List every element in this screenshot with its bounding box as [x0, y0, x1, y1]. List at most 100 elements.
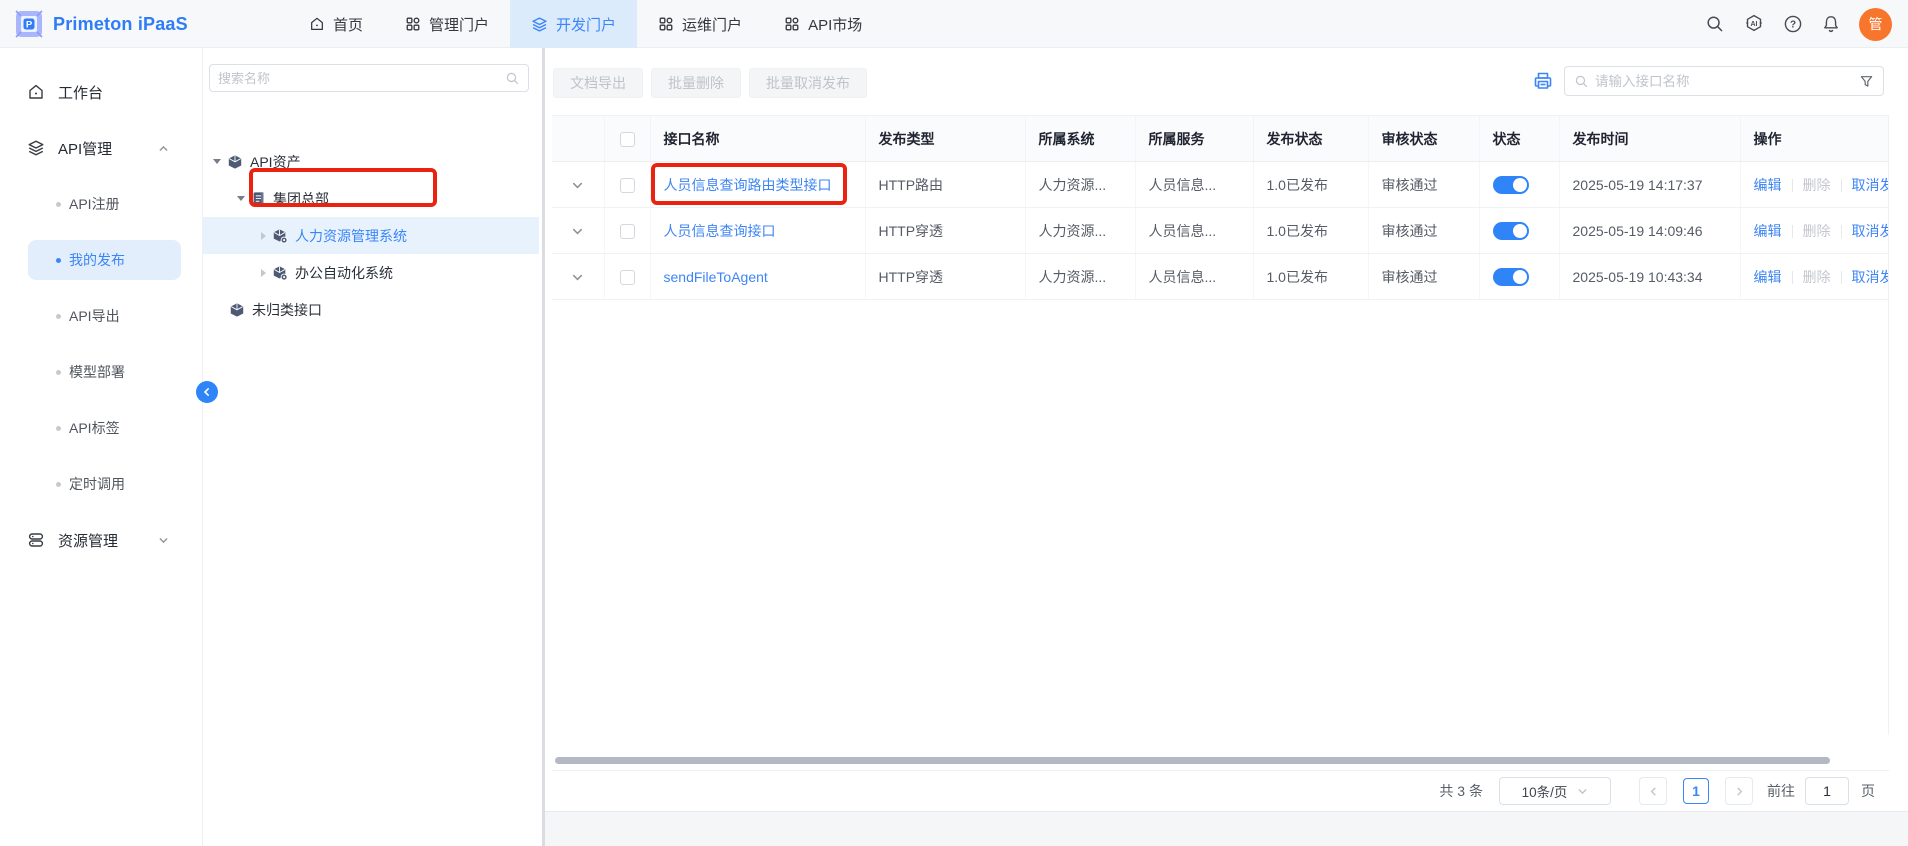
page-size-select[interactable]: 10条/页 — [1499, 777, 1611, 805]
row-checkbox[interactable] — [620, 270, 635, 285]
tree-node-group-hq[interactable]: 集团总部 — [203, 180, 539, 217]
api-table: 接口名称 发布类型 所属系统 所属服务 发布状态 审核状态 状态 发布时间 操作… — [552, 115, 1889, 300]
status-toggle[interactable] — [1493, 222, 1529, 240]
app-logo[interactable]: P Primeton iPaaS — [14, 0, 188, 48]
api-name-link[interactable]: sendFileToAgent — [664, 269, 768, 285]
row-expand-icon[interactable] — [571, 179, 584, 192]
nav-label: 管理门户 — [429, 14, 489, 35]
api-name-link[interactable]: 人员信息查询路由类型接口 — [664, 177, 832, 193]
search-icon — [505, 71, 520, 86]
status-toggle[interactable] — [1493, 268, 1529, 286]
user-avatar[interactable]: 管 — [1859, 8, 1892, 41]
caret-down-icon[interactable] — [213, 159, 221, 164]
svg-text:AI: AI — [1751, 21, 1758, 28]
row-checkbox[interactable] — [620, 178, 635, 193]
caret-down-icon[interactable] — [237, 196, 245, 201]
interface-search-input[interactable] — [1595, 74, 1859, 89]
interface-search-box[interactable] — [1564, 66, 1884, 96]
toggle-knob — [1513, 178, 1527, 192]
system-cell: 人力资源... — [1025, 208, 1135, 254]
publish-type-cell: HTTP穿透 — [865, 208, 1025, 254]
help-icon[interactable]: ? — [1783, 14, 1803, 34]
batch-delete-button[interactable]: 批量删除 — [651, 68, 741, 98]
unpublish-link[interactable]: 取消发布 — [1852, 177, 1890, 193]
search-icon — [1574, 74, 1589, 89]
edit-link[interactable]: 编辑 — [1754, 223, 1782, 239]
sidebar-group-resource-management[interactable]: 资源管理 — [0, 520, 202, 560]
sidebar-item-workbench[interactable]: 工作台 — [0, 72, 202, 112]
delete-link[interactable]: 删除 — [1803, 177, 1831, 193]
actions-cell: 编辑 删除 取消发布 — [1740, 208, 1889, 254]
nav-api-market[interactable]: API市场 — [763, 0, 883, 48]
column-header-pub-status: 发布状态 — [1253, 116, 1368, 162]
tree-node-oa-system[interactable]: 办公自动化系统 — [203, 254, 539, 291]
caret-right-icon[interactable] — [261, 232, 266, 240]
sidebar-item-scheduled-call[interactable]: 定时调用 — [28, 464, 181, 504]
nav-ops-portal[interactable]: 运维门户 — [637, 0, 763, 48]
unpublish-link[interactable]: 取消发布 — [1852, 269, 1890, 285]
sidebar-item-model-deploy[interactable]: 模型部署 — [28, 352, 181, 392]
search-icon[interactable] — [1705, 14, 1725, 34]
current-page-button[interactable]: 1 — [1683, 778, 1709, 804]
tree-node-unclassified[interactable]: 未归类接口 — [203, 291, 539, 328]
column-header-time: 发布时间 — [1559, 116, 1740, 162]
main-content: 文档导出 批量删除 批量取消发布 接口名称 发布类型 所属 — [545, 48, 1908, 812]
ai-assistant-icon[interactable]: AI — [1743, 13, 1765, 35]
row-expand-icon[interactable] — [571, 271, 584, 284]
sidebar-item-api-tags[interactable]: API标签 — [28, 408, 181, 448]
tree-node-label: 未归类接口 — [252, 300, 322, 320]
tree-search-box[interactable] — [209, 64, 529, 92]
svg-text:P: P — [26, 20, 33, 31]
toggle-knob — [1513, 224, 1527, 238]
bullet-icon — [56, 202, 61, 207]
nav-admin-portal[interactable]: 管理门户 — [384, 0, 510, 48]
table-row[interactable]: sendFileToAgent HTTP穿透 人力资源... 人员信息... 1… — [552, 254, 1889, 300]
tree-node-hr-system[interactable]: 人力资源管理系统 — [203, 217, 539, 254]
horizontal-scrollbar[interactable] — [555, 757, 1830, 764]
sidebar-item-api-export[interactable]: API导出 — [28, 296, 181, 336]
filter-funnel-icon[interactable] — [1859, 74, 1874, 89]
table-row[interactable]: 人员信息查询接口 HTTP穿透 人力资源... 人员信息... 1.0已发布 审… — [552, 208, 1889, 254]
api-name-link[interactable]: 人员信息查询接口 — [664, 223, 776, 239]
checkbox-cell — [604, 208, 650, 254]
row-expand-icon[interactable] — [571, 225, 584, 238]
row-checkbox[interactable] — [620, 224, 635, 239]
sidebar-item-label: 模型部署 — [69, 362, 125, 382]
expand-cell — [552, 162, 604, 208]
select-all-checkbox[interactable] — [620, 132, 635, 147]
edit-link[interactable]: 编辑 — [1754, 269, 1782, 285]
edit-link[interactable]: 编辑 — [1754, 177, 1782, 193]
nav-dev-portal[interactable]: 开发门户 — [510, 0, 637, 48]
tree-node-api-assets[interactable]: API资产 — [203, 143, 539, 180]
chevron-down-icon — [158, 535, 169, 546]
export-printer-icon[interactable] — [1533, 71, 1553, 91]
status-toggle[interactable] — [1493, 176, 1529, 194]
column-header-name: 接口名称 — [650, 116, 865, 162]
nav-home[interactable]: 首页 — [288, 0, 384, 48]
publish-time-cell: 2025-05-19 14:17:37 — [1559, 162, 1740, 208]
sidebar-collapse-toggle[interactable] — [196, 381, 218, 403]
unpublish-link[interactable]: 取消发布 — [1852, 223, 1890, 239]
status-cell — [1479, 254, 1559, 300]
sidebar-item-my-publish[interactable]: 我的发布 — [28, 240, 181, 280]
doc-export-button[interactable]: 文档导出 — [553, 68, 643, 98]
sidebar-group-api-management[interactable]: API管理 — [0, 128, 202, 168]
table-row[interactable]: 人员信息查询路由类型接口 HTTP路由 人力资源... 人员信息... 1.0已… — [552, 162, 1889, 208]
tree-search-input[interactable] — [218, 71, 505, 86]
delete-link[interactable]: 删除 — [1803, 223, 1831, 239]
next-page-button[interactable] — [1725, 777, 1753, 805]
prev-page-button[interactable] — [1639, 777, 1667, 805]
batch-unpublish-button[interactable]: 批量取消发布 — [749, 68, 867, 98]
api-table-container: 接口名称 发布类型 所属系统 所属服务 发布状态 审核状态 状态 发布时间 操作… — [552, 115, 1889, 735]
notification-bell-icon[interactable] — [1821, 14, 1841, 34]
nav-label: 运维门户 — [682, 14, 742, 35]
cube-icon — [229, 302, 245, 318]
delete-link[interactable]: 删除 — [1803, 269, 1831, 285]
topbar: P Primeton iPaaS 首页 管理门户 开发门户 运维门户 API市场… — [0, 0, 1908, 48]
sidebar-item-label: 我的发布 — [69, 250, 125, 270]
tree-node-label: API资产 — [250, 152, 301, 172]
sidebar-item-api-register[interactable]: API注册 — [28, 184, 181, 224]
table-body: 人员信息查询路由类型接口 HTTP路由 人力资源... 人员信息... 1.0已… — [552, 162, 1889, 300]
caret-right-icon[interactable] — [261, 269, 266, 277]
goto-page-input[interactable] — [1805, 777, 1849, 805]
